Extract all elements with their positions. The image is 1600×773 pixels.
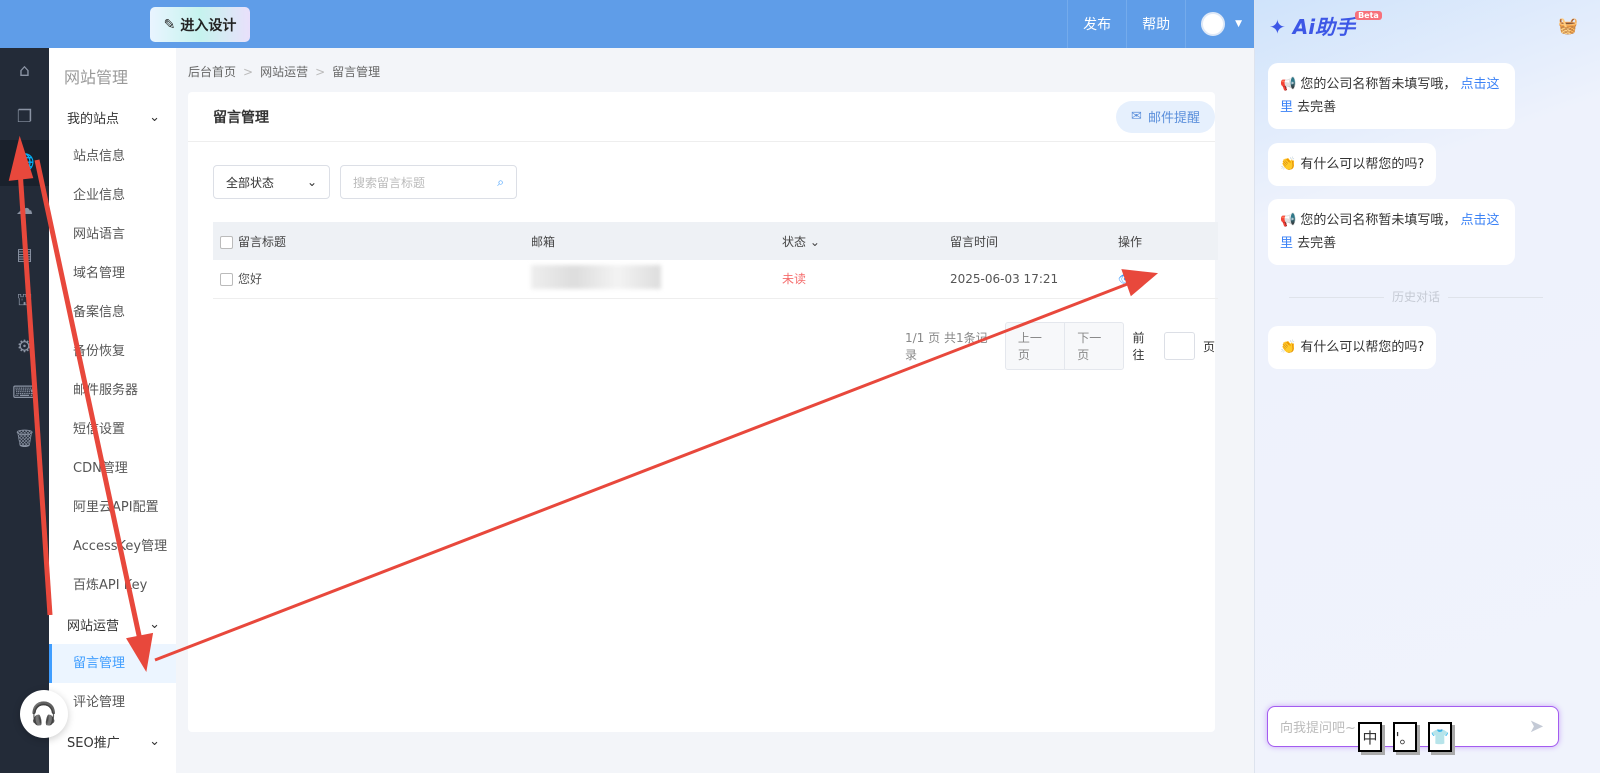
status-badge: 未读 [782,260,950,299]
breadcrumb-current: 留言管理 [332,65,381,79]
group-seo[interactable]: SEO推广 ⌄ [49,722,176,761]
sidebar-item[interactable]: 企业信息 [49,176,176,215]
messages-table: 留言标题 邮箱 状态 ⌄ 留言时间 操作 您好 未读 2025-06-03 17… [213,222,1218,299]
terminal-icon[interactable]: ⌨ [0,370,49,416]
avatar [1201,12,1226,36]
next-page-button[interactable]: 下一页 [1064,323,1123,369]
ai-assistant-panel: ✦ Ai助手 Beta 🧺 📢 您的公司名称暂未填写哦， 点击这里 去完善 👏 有… [1254,0,1600,773]
shop-icon[interactable]: ⛫ [0,278,49,324]
ime-skin-icon[interactable]: 👕 [1428,722,1452,752]
goto-page-input[interactable] [1163,332,1195,360]
group-operations[interactable]: 网站运营 ⌄ [49,605,176,644]
sidebar-item-comments[interactable]: 评论管理 [49,683,176,722]
settings-icon[interactable]: ⚙ [0,324,49,370]
sidebar-item-messages[interactable]: 留言管理 [49,644,176,683]
prev-page-button[interactable]: 上一页 [1006,323,1064,369]
chat-message: 📢 您的公司名称暂未填写哦， 点击这里 去完善 [1268,199,1515,265]
sub-sidebar: 网站管理 我的站点 ⌄ 站点信息 企业信息 网站语言 域名管理 备案信息 备份恢复… [49,48,176,773]
chat-message: 👏 有什么可以帮您的吗? [1268,326,1437,369]
help-button[interactable]: 帮助 [1126,0,1185,48]
sidebar-item[interactable]: 阿里云API配置 [49,488,176,527]
view-eye-icon[interactable]: 👁 [1118,272,1133,286]
search-icon: ⌕ [497,174,504,189]
sidebar-item[interactable]: 域名管理 [49,254,176,293]
breadcrumb-operations[interactable]: 网站运营 [260,65,308,79]
chat-icon[interactable]: ☁ [0,186,49,232]
chevron-down-icon: ⌄ [149,734,160,749]
magic-wand-icon: ✦ [1269,14,1286,39]
sidebar-item[interactable]: 邮件服务器 [49,371,176,410]
page-title: 留言管理 [213,109,269,126]
row-checkbox[interactable] [220,273,233,287]
select-all-checkbox[interactable] [220,235,233,249]
home-icon[interactable]: ⌂ [0,48,49,94]
enter-design-button[interactable]: ✎ 进入设计 [150,7,250,42]
sidebar-item[interactable]: 网站语言 [49,215,176,254]
sidebar-item[interactable]: AccessKey管理 [49,527,176,566]
send-icon[interactable]: ➤ [1529,716,1544,737]
publish-button[interactable]: 发布 [1067,0,1126,48]
sidebar-item[interactable]: 百炼API Key [49,566,176,605]
sidebar-item[interactable]: 短信设置 [49,410,176,449]
clear-basket-icon[interactable]: 🧺 [1558,16,1578,35]
pages-icon[interactable]: ❐ [0,94,49,140]
pagination: 1/1 页 共1条记录 上一页 下一页 前往 页 [905,322,1215,370]
ime-chinese-icon[interactable]: 中 [1358,722,1382,752]
sidebar-item[interactable]: CDN管理 [49,449,176,488]
chat-message: 👏 有什么可以帮您的吗? [1268,143,1437,186]
form-icon[interactable]: ▤ [0,232,49,278]
search-input[interactable]: 搜索留言标题 ⌕ [340,165,517,199]
caret-down-icon: ▼ [1235,19,1242,29]
history-divider: 历史对话 [1268,288,1564,305]
icon-sidebar: ⌂ ❐ 🌐 ☁ ▤ ⛫ ⚙ ⌨ 🗑 [0,48,49,773]
messages-card: 留言管理 ✉ 邮件提醒 全部状态 ⌄ 搜索留言标题 ⌕ 留言标题 邮箱 状态 ⌄ 留言… [188,92,1218,732]
chevron-down-icon: ⌄ [149,110,160,125]
mail-icon: ✉ [1131,109,1142,124]
ime-punctuation-icon[interactable]: '。 [1393,722,1417,752]
chevron-down-icon: ⌄ [306,175,317,189]
sidebar-item[interactable]: 站点信息 [49,137,176,176]
group-my-sites[interactable]: 我的站点 ⌄ [49,98,176,137]
sidenav-title: 网站管理 [64,68,129,87]
trash-icon[interactable]: 🗑 [0,416,49,462]
status-select[interactable]: 全部状态 ⌄ [213,165,330,199]
mail-reminder-button[interactable]: ✉ 邮件提醒 [1116,100,1215,133]
ai-logo: ✦ Ai助手 Beta [1269,10,1382,40]
sidebar-item[interactable]: 备份恢复 [49,332,176,371]
breadcrumb-home[interactable]: 后台首页 [188,65,236,79]
breadcrumb: 后台首页 > 网站运营 > 留言管理 [188,65,381,79]
top-bar: ✎ 进入设计 发布 帮助 ▼ [0,0,1254,48]
sidebar-item[interactable]: 备案信息 [49,293,176,332]
website-icon[interactable]: 🌐 [0,140,49,186]
email-redacted [531,265,661,290]
table-row: 您好 未读 2025-06-03 17:21 👁 [213,260,1218,299]
status-column-filter[interactable]: 状态 ⌄ [782,222,950,260]
chat-message: 📢 您的公司名称暂未填写哦， 点击这里 去完善 [1268,63,1515,129]
chevron-down-icon: ⌄ [149,617,160,632]
user-menu[interactable]: ▼ [1185,0,1254,48]
edit-icon: ✎ [163,16,176,33]
customer-support-button[interactable]: 🎧 [20,690,68,738]
headset-icon: 🎧 [30,701,58,727]
